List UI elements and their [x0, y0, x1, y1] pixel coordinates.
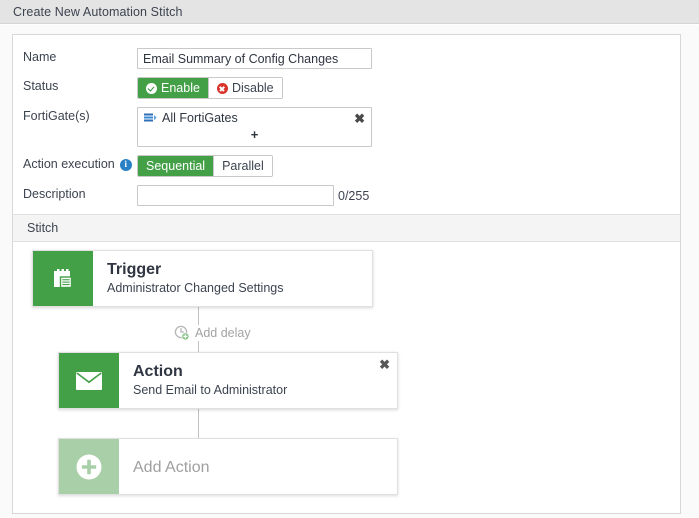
- action-subtitle: Send Email to Administrator: [133, 382, 385, 399]
- action-card-body: Action Send Email to Administrator ✖: [119, 353, 397, 408]
- stitch-section-label: Stitch: [27, 221, 58, 235]
- edge-artifact-icon-1: [694, 47, 699, 55]
- description-field-wrap: 0/255: [137, 185, 680, 206]
- trigger-title: Trigger: [107, 260, 360, 279]
- check-circle-icon: [146, 83, 157, 94]
- action-title: Action: [133, 362, 385, 381]
- x-circle-icon: [217, 83, 228, 94]
- fortigates-select[interactable]: All FortiGates ✖ +: [137, 107, 372, 147]
- add-action-label: Add Action: [119, 439, 210, 494]
- add-delay-button[interactable]: Add delay: [171, 325, 254, 341]
- action-close-icon[interactable]: ✖: [379, 358, 390, 371]
- add-action-card[interactable]: Add Action: [58, 438, 398, 495]
- status-enable-label: Enable: [161, 78, 200, 98]
- action-execution-sequential-button[interactable]: Sequential: [138, 156, 214, 176]
- action-execution-sequential-label: Sequential: [146, 156, 205, 176]
- connector-line-bottom: [198, 409, 199, 438]
- stitch-section-header: Stitch: [13, 214, 680, 242]
- edge-artifact-icon-3: [694, 225, 699, 233]
- add-action-icon-box: [59, 439, 119, 494]
- description-char-counter: 0/255: [338, 186, 369, 206]
- info-icon[interactable]: i: [120, 159, 132, 171]
- stitch-form: Name Status Enable Disab: [13, 35, 680, 206]
- form-row-action-execution: Action execution i Sequential Parallel: [13, 155, 680, 177]
- status-disable-label: Disable: [232, 78, 274, 98]
- description-textarea[interactable]: [137, 185, 334, 206]
- fortigates-remove-icon[interactable]: ✖: [352, 112, 367, 125]
- clock-plus-icon: [174, 325, 190, 341]
- add-delay-label: Add delay: [195, 326, 251, 340]
- status-button-group: Enable Disable: [137, 77, 283, 99]
- trigger-card[interactable]: Trigger Administrator Changed Settings: [32, 250, 373, 307]
- action-execution-parallel-label: Parallel: [222, 156, 264, 176]
- plus-circle-icon: [74, 452, 104, 482]
- fortigates-label: FortiGate(s): [13, 107, 137, 126]
- action-execution-field-wrap: Sequential Parallel: [137, 155, 680, 177]
- form-row-name: Name: [13, 48, 680, 69]
- trigger-card-body: Trigger Administrator Changed Settings: [93, 251, 372, 306]
- action-execution-parallel-button[interactable]: Parallel: [214, 156, 272, 176]
- form-row-description: Description 0/255: [13, 185, 680, 206]
- name-field-wrap: [137, 48, 680, 69]
- action-execution-label-wrap: Action execution i: [13, 155, 137, 174]
- fortigates-selected-label: All FortiGates: [162, 111, 347, 125]
- action-execution-label: Action execution: [23, 155, 115, 174]
- status-enable-button[interactable]: Enable: [138, 78, 209, 98]
- status-disable-button[interactable]: Disable: [209, 78, 282, 98]
- edge-artifact-icon-2: [694, 128, 699, 136]
- action-icon-box: [59, 353, 119, 408]
- stitch-flow-area: Trigger Administrator Changed Settings A…: [13, 242, 680, 514]
- clipboard-icon: [50, 266, 76, 292]
- dialog-body: Name Status Enable Disab: [0, 25, 699, 518]
- automation-stitch-panel: Name Status Enable Disab: [12, 34, 681, 514]
- fortigates-field-wrap: All FortiGates ✖ +: [137, 107, 680, 147]
- description-label: Description: [13, 185, 137, 204]
- trigger-subtitle: Administrator Changed Settings: [107, 280, 360, 297]
- action-execution-button-group: Sequential Parallel: [137, 155, 273, 177]
- dialog-title: Create New Automation Stitch: [13, 5, 183, 19]
- fortigates-selected-item: All FortiGates ✖: [138, 108, 371, 128]
- action-card[interactable]: Action Send Email to Administrator ✖: [58, 352, 398, 409]
- form-row-fortigates: FortiGate(s) All FortiGates ✖: [13, 107, 680, 147]
- name-input[interactable]: [137, 48, 372, 69]
- trigger-icon-box: [33, 251, 93, 306]
- status-label: Status: [13, 77, 137, 96]
- name-label: Name: [13, 48, 137, 67]
- fortigates-add-button[interactable]: +: [138, 128, 371, 146]
- form-row-status: Status Enable Disable: [13, 77, 680, 99]
- status-field-wrap: Enable Disable: [137, 77, 680, 99]
- fortigate-device-icon: [144, 113, 157, 124]
- dialog-title-bar: Create New Automation Stitch: [0, 0, 699, 24]
- envelope-icon: [75, 370, 103, 392]
